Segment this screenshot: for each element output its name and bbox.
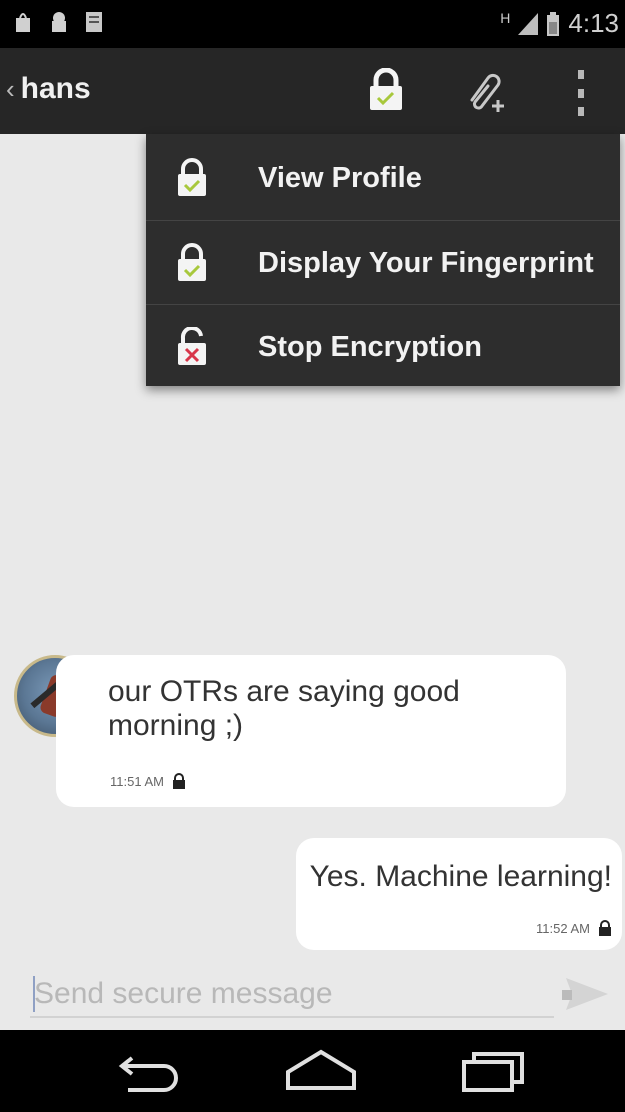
lock-check-icon [370,67,402,110]
send-icon [562,978,608,1010]
lock-check-icon [176,243,208,288]
menu-item-label: View Profile [258,162,422,194]
clock: 4:13 [568,8,619,38]
back-arrow-icon [118,1056,178,1092]
compose-bar [0,962,625,1028]
nav-back-button[interactable] [116,1048,182,1099]
contact-name: hans [20,72,91,105]
message-meta: 11:51 AM [110,773,186,789]
status-bar: H 4:13 [0,0,625,48]
storage-notification-icon [86,12,102,32]
overflow-menu-button[interactable] [572,70,590,116]
network-type-label: H [500,9,511,26]
chevron-left-icon: ‹ [6,73,15,104]
menu-item-view-profile[interactable]: View Profile [146,136,620,220]
menu-item-stop-encryption[interactable]: Stop Encryption [146,305,620,389]
overflow-menu: View Profile Display Your Fingerprint St… [146,134,620,386]
incoming-message-bubble[interactable]: our OTRs are saying good morning ;) 11:5… [56,655,566,807]
nav-recents-button[interactable] [460,1048,526,1099]
dot [578,107,584,116]
message-text: our OTRs are saying good morning ;) [108,675,460,742]
nav-home-button[interactable] [284,1048,358,1099]
notification-icons [12,10,104,34]
message-timestamp: 11:52 AM [536,920,590,936]
recent-apps-icon [462,1052,524,1092]
text-cursor [33,976,35,1012]
menu-item-display-fingerprint[interactable]: Display Your Fingerprint [146,221,620,305]
encryption-status-button[interactable] [368,67,404,117]
system-status: H 4:13 [500,8,619,39]
menu-item-label: Display Your Fingerprint [258,247,594,279]
message-input[interactable] [30,972,554,1018]
unlock-x-icon [176,326,208,372]
message-text: Yes. Machine learning! [309,860,612,893]
menu-item-label: Stop Encryption [258,331,482,363]
send-button[interactable] [558,976,610,1017]
paperclip-plus-icon [470,73,504,112]
outgoing-message-bubble[interactable]: Yes. Machine learning! 11:52 AM [296,838,622,950]
android-notification-icon [52,12,66,32]
battery-icon [547,11,560,36]
message-timestamp: 11:51 AM [110,773,164,789]
dot [578,88,584,98]
message-meta: 11:52 AM [536,920,612,936]
back-to-conversations[interactable]: ‹ hans [6,72,91,106]
home-icon [286,1049,356,1090]
action-bar: ‹ hans [0,48,625,134]
attach-button[interactable] [462,66,510,119]
lock-icon [172,773,185,789]
lock-check-icon [176,158,208,203]
lock-icon [599,920,611,936]
navigation-bar [0,1030,625,1112]
notification-app-icon [16,13,30,32]
dot [578,70,584,79]
signal-icon [518,12,539,35]
